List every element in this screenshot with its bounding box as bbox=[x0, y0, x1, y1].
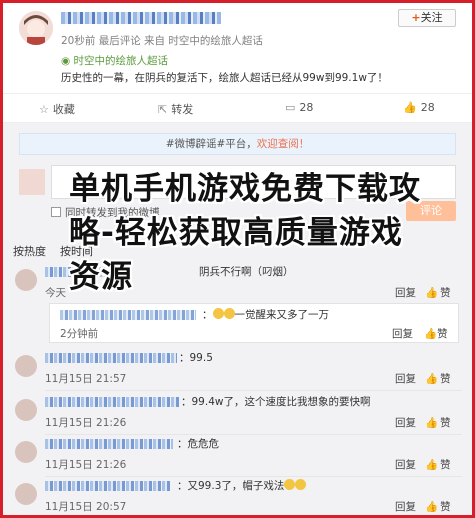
comment-time: 11月15日 20:57 bbox=[45, 501, 127, 513]
emoji-icon bbox=[212, 308, 224, 319]
like-button[interactable]: 👍赞 bbox=[424, 326, 448, 341]
thumb-up-icon: 👍 bbox=[425, 373, 439, 385]
comment-body: 又99.3了，帽子戏法 bbox=[187, 480, 285, 492]
forward-icon: ⇱ bbox=[158, 103, 168, 116]
avatar[interactable] bbox=[15, 269, 37, 291]
sub-reply-body: 一觉醒来又多了一万 bbox=[234, 309, 330, 321]
avatar[interactable] bbox=[15, 483, 37, 505]
plus-icon: + bbox=[411, 11, 421, 24]
like-button[interactable]: 👍赞 bbox=[425, 457, 451, 472]
hint-link[interactable]: 欢迎查阅！ bbox=[257, 138, 310, 150]
sort-hot[interactable]: 按热度 bbox=[13, 245, 46, 258]
my-avatar bbox=[19, 169, 45, 195]
like-label: 赞 bbox=[440, 501, 451, 513]
commenter-name[interactable] bbox=[45, 397, 179, 407]
sub-reply-time: 2分钟前 bbox=[60, 328, 99, 340]
checkbox-icon[interactable] bbox=[51, 207, 61, 217]
comment-time: 11月15日 21:26 bbox=[45, 459, 127, 471]
emoji-icon bbox=[284, 479, 296, 490]
comment-text: ：危危危 bbox=[177, 438, 220, 450]
list-item: ：99.5 11月15日 21:57 回复 👍 赞 bbox=[3, 349, 472, 391]
topic-tag[interactable]: ◉ 时空中的绘旅人超话 bbox=[61, 53, 168, 68]
location-pin-icon: ◉ bbox=[61, 55, 74, 67]
comment-text: ：99.5 bbox=[179, 352, 213, 364]
list-item: ：99.4w了，这个速度比我想象的要快啊 11月15日 21:26 回复 👍 赞 bbox=[3, 393, 472, 435]
divider bbox=[45, 390, 462, 391]
like-button[interactable]: 👍赞 bbox=[425, 499, 451, 514]
comment-body: 99.4w了，这个速度比我想象的要快啊 bbox=[191, 396, 371, 408]
comment-text: ：又99.3了，帽子戏法 bbox=[177, 478, 307, 493]
weibo-post-page: +关注 20秒前 最后评论 来自 时空中的绘旅人超话 ◉ 时空中的绘旅人超话 历… bbox=[3, 3, 472, 515]
emoji-icon bbox=[295, 479, 307, 490]
like-label: 赞 bbox=[440, 373, 451, 385]
collect-button[interactable]: ☆ 收藏 bbox=[39, 101, 75, 117]
commenter-name[interactable] bbox=[60, 310, 196, 320]
reply-button[interactable]: 回复 bbox=[392, 326, 413, 341]
forward-button[interactable]: ⇱ 转发 bbox=[158, 101, 193, 117]
reply-button[interactable]: 回复 bbox=[395, 415, 416, 430]
comment-time: 今天 bbox=[45, 287, 66, 299]
forward-label: 转发 bbox=[171, 103, 194, 116]
like-label: 赞 bbox=[440, 459, 451, 471]
follow-button[interactable]: +关注 bbox=[398, 9, 456, 27]
commenter-name[interactable] bbox=[45, 481, 171, 491]
comment-text: ：99.4w了，这个速度比我想象的要快啊 bbox=[181, 396, 371, 408]
like-button[interactable]: 👍 28 bbox=[403, 101, 435, 114]
like-button[interactable]: 👍赞 bbox=[425, 415, 451, 430]
post-card: +关注 20秒前 最后评论 来自 时空中的绘旅人超话 ◉ 时空中的绘旅人超话 历… bbox=[3, 3, 472, 93]
reply-button[interactable]: 回复 bbox=[395, 457, 416, 472]
collect-label: 收藏 bbox=[52, 103, 75, 116]
post-text: 历史性的一幕，在阴兵的复活下，绘旅人超话已经从99w到99.1w了！ bbox=[61, 72, 388, 84]
avatar[interactable] bbox=[15, 355, 37, 377]
reply-button[interactable]: 回复 bbox=[395, 371, 416, 386]
thumb-up-icon: 👍 bbox=[425, 459, 439, 471]
comment-icon: ▭ bbox=[285, 101, 296, 114]
emoji-icon bbox=[223, 308, 235, 319]
username-pixelated[interactable] bbox=[61, 12, 221, 24]
reply-button[interactable]: 回复 bbox=[395, 499, 416, 514]
thumb-up-icon: 👍 bbox=[403, 101, 417, 114]
like-button[interactable]: 👍赞 bbox=[425, 371, 451, 386]
like-count: 28 bbox=[420, 101, 435, 114]
commenter-name[interactable] bbox=[45, 353, 177, 363]
thumb-up-icon: 👍 bbox=[425, 417, 439, 429]
comment-time: 11月15日 21:57 bbox=[45, 373, 127, 385]
list-item: ：又99.3了，帽子戏法 11月15日 20:57 回复 👍 赞 bbox=[3, 477, 472, 515]
comment-body: 99.5 bbox=[189, 352, 213, 364]
hint-bar: #微博辟谣#平台，欢迎查阅！ bbox=[19, 133, 456, 155]
sub-reply: ：一觉醒来又多了一万 2分钟前 回复 👍赞 bbox=[49, 303, 459, 343]
avatar[interactable] bbox=[15, 441, 37, 463]
thumb-up-icon: 👍 bbox=[425, 501, 439, 513]
headline-overlay: 单机手机游戏免费下载攻略-轻松获取高质量游戏资源 bbox=[69, 171, 421, 295]
post-meta: 20秒前 最后评论 来自 时空中的绘旅人超话 bbox=[61, 35, 263, 47]
like-label: 赞 bbox=[440, 287, 451, 299]
sub-reply-text: ：一觉醒来又多了一万 bbox=[202, 308, 330, 321]
comment-body: 危危危 bbox=[187, 438, 220, 450]
commenter-name[interactable] bbox=[45, 439, 173, 449]
hint-prefix: #微博辟谣#平台， bbox=[165, 138, 257, 150]
topic-label: 时空中的绘旅人超话 bbox=[73, 55, 169, 67]
like-label: 赞 bbox=[440, 417, 451, 429]
list-item: ：危危危 11月15日 21:26 回复 👍 赞 bbox=[3, 435, 472, 477]
comment-count: 28 bbox=[299, 101, 314, 114]
action-bar: ☆ 收藏 ⇱ 转发 ▭ 28 👍 28 bbox=[3, 93, 472, 123]
avatar[interactable] bbox=[15, 399, 37, 421]
avatar[interactable] bbox=[19, 11, 53, 45]
comment-button[interactable]: ▭ 28 bbox=[285, 101, 313, 114]
comment-time: 11月15日 21:26 bbox=[45, 417, 127, 429]
thumb-up-icon: 👍 bbox=[424, 328, 438, 340]
like-label: 赞 bbox=[437, 328, 448, 340]
follow-label: 关注 bbox=[420, 11, 443, 24]
star-icon: ☆ bbox=[39, 103, 49, 116]
